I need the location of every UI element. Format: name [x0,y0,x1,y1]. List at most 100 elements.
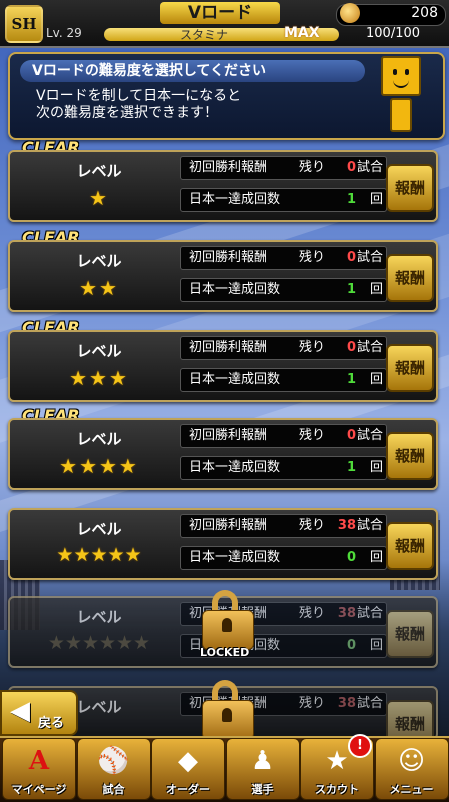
championship-count-value: 1 [346,282,356,297]
games-unit: 試合 [356,696,383,711]
remaining-games-value: 0 [346,340,356,355]
remaining-label: 残り [299,250,326,265]
first-win-reward-label: 初回勝利報酬 [189,518,268,533]
championship-count-cell: 日本一達成回数 0回 [180,546,387,570]
first-win-reward-cell: 初回勝利報酬 残り 38試合 [180,514,387,538]
stamina-label: スタミナ [180,28,229,42]
level-label: レベル [76,608,122,626]
difficulty-stars: ★★★★ [59,454,139,478]
games-unit: 試合 [356,428,383,443]
level-row[interactable]: レベル ★★★ 初回勝利報酬 残り 0 試合 日本一達成回数 1 回報酬 [8,330,438,402]
nav-item-label: 試合 [102,783,125,796]
stadium-icon: ⚾ [97,746,130,776]
times-unit: 回 [369,460,383,475]
player-level: Lv. 29 [46,26,82,40]
times-unit: 回 [369,282,383,297]
coin-value: 208 [411,5,438,21]
stamina-value: 100/100 [366,26,421,41]
first-win-reward-cell: 初回勝利報酬 残り 0 試合 [180,156,387,180]
instruction-line: Vロードを制して日本一になると [36,88,242,104]
championship-count-value: 0 [346,550,356,565]
difficulty-stars: ★ [89,186,109,210]
locked-label: LOCKED [200,646,250,659]
difficulty-stars: ★★★★★★ [47,632,151,654]
remaining-label: 残り [299,340,326,355]
level-label: レベル [76,430,122,448]
championship-count-cell: 日本一達成回数 1 回 [180,456,387,480]
back-button-label: 戻る [38,716,65,731]
times-unit: 回 [369,372,383,387]
championship-label: 日本一達成回数 [189,192,281,207]
level-row[interactable]: レベル ★★★★ 初回勝利報酬 残り 0 試合日本一達成回数 1 回報酬 [8,418,438,490]
level-label: レベル [76,162,122,180]
scout-notification-badge: ! [348,734,372,758]
stamina-max-label: MAX [284,25,320,41]
field-icon: ◆ [178,746,198,776]
remaining-games-value: 0 [346,428,356,443]
difficulty-stars: ★★★★★ [56,544,142,566]
times-unit: 回 [369,550,383,565]
times-unit: 回 [369,638,383,653]
games-unit: 試合 [356,340,383,355]
reward-button[interactable]: 報酬 [386,432,434,480]
nav-item-3[interactable]: ◆ オーダー [151,738,225,800]
instruction-body: Vロードを制して日本一になると 次の難易度を選択できます！ [36,88,366,122]
first-win-reward-label: 初回勝利報酬 [189,340,268,355]
lock-icon [198,590,256,652]
games-unit: 試合 [356,250,383,265]
games-unit: 試合 [356,606,383,621]
difficulty-stars: ★★★ [69,366,129,390]
championship-count-value: 1 [346,372,356,387]
nav-item-label: オーダー [166,783,210,796]
games-unit: 試合 [356,518,383,533]
championship-label: 日本一達成回数 [189,460,281,475]
first-win-reward-cell: 初回勝利報酬 残り 0 試合 [180,246,387,270]
nav-item-label: マイページ [11,783,67,796]
difficulty-stars: ★★ [79,276,119,300]
remaining-games-value: 38 [337,696,356,711]
championship-count-value: 1 [346,192,356,207]
level-label: レベル [76,342,122,360]
first-win-reward-cell: 初回勝利報酬 残り 0 試合 [180,424,387,448]
championship-label: 日本一達成回数 [189,550,281,565]
nav-item-label: スカウト [315,783,359,796]
mascot-icon [380,56,422,134]
championship-count-cell: 日本一達成回数 1 回 [180,188,387,212]
lock-icon [198,680,256,742]
level-row[interactable]: レベル ★ 初回勝利報酬 残り 0 試合日本一達成回数 1 回報酬 [8,150,438,222]
page-title: Vロード [160,2,280,24]
reward-button[interactable]: 報酬 [386,522,434,570]
first-win-reward-cell: 初回勝利報酬 残り 0 試合 [180,336,387,360]
first-win-reward-label: 初回勝利報酬 [189,160,268,175]
times-unit: 回 [369,192,383,207]
instruction-heading: Vロードの難易度を選択してください [20,60,365,82]
level-row[interactable]: レベル ★★ 初回勝利報酬 残り 0 試合 日本一達成回数 1 回報酬 [8,240,438,312]
back-button[interactable]: ◀ 戻る [0,690,78,736]
nav-item-2[interactable]: ⚾ 試合 [76,738,151,800]
nav-item-1[interactable]: A マイページ [2,738,76,800]
first-win-reward-label: 初回勝利報酬 [189,428,268,443]
remaining-label: 残り [299,428,326,443]
games-unit: 試合 [356,160,383,175]
championship-label: 日本一達成回数 [189,282,281,297]
reward-button[interactable]: 報酬 [386,610,434,658]
nav-item-6[interactable]: ☺ メニュー [374,738,449,800]
remaining-label: 残り [299,606,326,621]
home-a-icon: A [28,746,50,776]
level-row[interactable]: レベル ★★★★★ 初回勝利報酬 残り 38 試合日本一達成回数 0 回報酬 [8,508,438,580]
reward-button[interactable]: 報酬 [386,254,434,302]
championship-count-value: 1 [346,460,356,475]
remaining-games-value: 38 [337,518,356,533]
championship-count-value: 0 [346,638,356,653]
remaining-games-value: 0 [346,250,356,265]
player-icon: ♟ [250,746,275,776]
first-win-reward-label: 初回勝利報酬 [189,250,268,265]
level-label: レベル [76,520,122,538]
reward-button[interactable]: 報酬 [386,344,434,392]
reward-button[interactable]: 報酬 [386,164,434,212]
remaining-label: 残り [299,696,326,711]
nav-item-label: 選手 [251,783,274,796]
remaining-label: 残り [299,160,326,175]
nav-item-4[interactable]: ♟ 選手 [225,738,300,800]
remaining-games-value: 0 [346,160,356,175]
